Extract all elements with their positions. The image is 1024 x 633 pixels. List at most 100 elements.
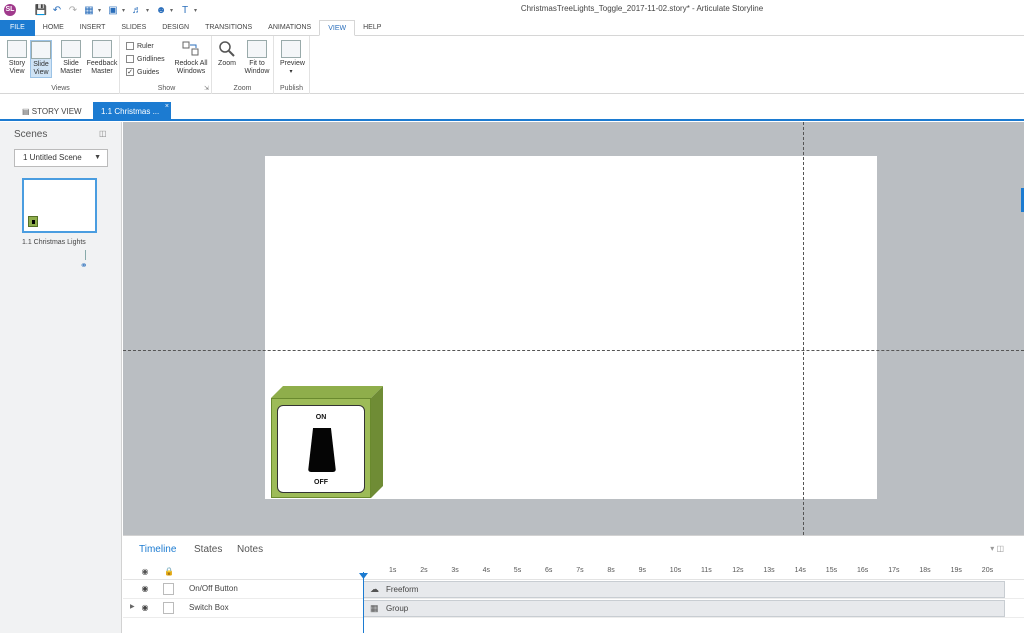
ribbon-tabs: FILE HOME INSERT SLIDES DESIGN TRANSITIO…	[0, 20, 1024, 36]
ruler-check-box[interactable]	[126, 42, 134, 50]
tab-insert[interactable]: INSERT	[72, 20, 114, 36]
lock-icon[interactable]: 🔒	[164, 567, 174, 577]
switch-off-label: OFF	[314, 479, 328, 486]
close-icon[interactable]: ×	[165, 97, 169, 116]
views-group-label: Views	[51, 85, 70, 92]
ruler-tick-label: 8s	[607, 567, 615, 574]
zoom-label: Zoom	[218, 60, 236, 67]
ruler-tick-label: 17s	[888, 567, 900, 574]
horizontal-guide[interactable]	[123, 350, 1024, 351]
guides-checkbox[interactable]: ✓ Guides	[126, 68, 159, 76]
freeform-icon: ☁	[370, 584, 379, 594]
ruler-tick-label: 20s	[981, 567, 994, 574]
eye-icon[interactable]: ◉	[140, 567, 150, 577]
show-group: Ruler Gridlines ✓ Guides Redock All Wind…	[122, 36, 212, 94]
tab-transitions[interactable]: TRANSITIONS	[197, 20, 260, 36]
expand-arrow-icon[interactable]: ▶	[130, 603, 135, 610]
ruler-tick-label: 15s	[825, 567, 838, 574]
slide-view-button[interactable]: Slide View	[30, 40, 52, 78]
switch-plate: ON OFF	[277, 405, 365, 493]
redock-all-windows-button[interactable]: Redock All Windows	[172, 40, 210, 76]
tab-design[interactable]: DESIGN	[154, 20, 197, 36]
fit-to-window-icon	[247, 40, 267, 58]
ruler-tick-label: 16s	[857, 567, 869, 574]
story-view-button[interactable]: Story View	[6, 40, 28, 76]
slide-view-icon	[31, 41, 51, 59]
switch-box-front: ON OFF	[271, 398, 371, 498]
vertical-guide[interactable]	[803, 122, 804, 535]
slide-thumbnail[interactable]	[22, 178, 97, 233]
playhead[interactable]	[363, 572, 364, 633]
story-view-icon	[7, 40, 27, 58]
ribbon: Story View Slide View Slide Master Feedb…	[0, 36, 1024, 94]
title-bar: SL 💾 ↶ ↷ ▦ ▾ ▣ ▾ ♬ ▾ ☻ ▾ T ▾ ChristmasTr…	[0, 0, 1024, 20]
tab-home[interactable]: HOME	[35, 20, 72, 36]
tab-file[interactable]: FILE	[0, 20, 35, 36]
ruler-tick-label: 6s	[545, 567, 553, 574]
slide-canvas: ON OFF	[123, 122, 1024, 535]
slide-master-icon	[61, 40, 81, 58]
ruler-label: Ruler	[137, 42, 154, 50]
tab-timeline[interactable]: Timeline	[139, 544, 176, 555]
slide-view-label: Slide View	[33, 61, 49, 76]
ruler-tick-label: 3s	[451, 567, 459, 574]
guides-check-box[interactable]: ✓	[126, 68, 134, 76]
feedback-master-button[interactable]: Feedback Master	[86, 40, 118, 76]
eye-icon[interactable]: ◉	[140, 584, 150, 594]
feedback-master-icon	[92, 40, 112, 58]
zoom-group: Zoom Fit to Window Zoom	[212, 36, 274, 94]
fit-to-window-label: Fit to Window	[244, 60, 270, 75]
panel-pin-icon[interactable]: ◫	[99, 129, 107, 138]
on-off-button[interactable]	[308, 428, 336, 472]
tab-view[interactable]: VIEW	[319, 20, 356, 36]
scenes-panel: Scenes ◫ 1 Untitled Scene ▼ 1.1 Christma…	[0, 122, 122, 633]
ruler-tick-label: 10s	[669, 567, 682, 574]
zoom-button[interactable]: Zoom	[216, 40, 238, 68]
switch-box-side	[371, 386, 383, 498]
feedback-master-label: Feedback Master	[86, 60, 118, 75]
tab-slides[interactable]: SLIDES	[113, 20, 154, 36]
timeline-row[interactable]: ▶ ◉ Switch Box ▦ Group	[123, 599, 1024, 618]
timeline-panel: Timeline States Notes ▾ ◫ ◉ 🔒 1s 2s 3s 4s 5s…	[123, 535, 1024, 633]
dialog-launcher-icon[interactable]: ⇲	[204, 85, 209, 92]
lock-toggle[interactable]	[163, 583, 174, 595]
document-tabs: ▤ STORY VIEW 1.1 Christmas ... ×	[0, 100, 1024, 121]
gridlines-checkbox[interactable]: Gridlines	[126, 55, 165, 63]
slide-tab[interactable]: 1.1 Christmas ... ×	[93, 102, 171, 121]
tab-notes[interactable]: Notes	[237, 544, 263, 555]
preview-icon	[281, 40, 301, 58]
story-view-tab-icon: ▤	[22, 107, 32, 116]
tab-animations[interactable]: ANIMATIONS	[260, 20, 319, 36]
slide-master-button[interactable]: Slide Master	[58, 40, 84, 76]
timeline-panel-controls[interactable]: ▾ ◫	[990, 544, 1004, 553]
ruler-checkbox[interactable]: Ruler	[126, 42, 154, 50]
scene-select[interactable]: 1 Untitled Scene ▼	[14, 149, 108, 167]
story-view-tab[interactable]: ▤ STORY VIEW	[14, 102, 90, 121]
timeline-bar[interactable]: ☁ Freeform	[363, 581, 1005, 598]
switch-box-top	[271, 386, 383, 398]
ruler-tick-label: 11s	[701, 567, 712, 574]
tab-states[interactable]: States	[194, 544, 222, 555]
publish-group: Preview ▾ Publish	[274, 36, 310, 94]
switch-on-label: ON	[315, 414, 327, 421]
ruler-tick-label: 14s	[794, 567, 806, 574]
gridlines-label: Gridlines	[137, 55, 165, 63]
tab-help[interactable]: HELP	[355, 20, 389, 36]
ruler-tick-label: 13s	[763, 567, 775, 574]
ruler-tick-label: 9s	[638, 567, 646, 574]
guides-label: Guides	[137, 68, 160, 76]
eye-icon[interactable]: ◉	[140, 603, 150, 613]
link-icon[interactable]: ⚭	[80, 260, 88, 271]
timeline-bar[interactable]: ▦ Group	[363, 600, 1005, 617]
gridlines-check-box[interactable]	[126, 55, 134, 63]
trigger-link-line	[85, 250, 86, 260]
slide-thumbnail-label: 1.1 Christmas Lights	[22, 239, 86, 246]
bar-label: Group	[386, 604, 409, 613]
preview-button[interactable]: Preview ▾	[280, 40, 305, 76]
fit-to-window-button[interactable]: Fit to Window	[242, 40, 272, 76]
publish-group-label: Publish	[280, 85, 303, 92]
ruler-tick-label: 4s	[482, 567, 490, 574]
lock-toggle[interactable]	[163, 602, 174, 614]
timeline-row[interactable]: ◉ On/Off Button ☁ Freeform	[123, 580, 1024, 599]
switch-box[interactable]: ON OFF	[271, 386, 383, 498]
